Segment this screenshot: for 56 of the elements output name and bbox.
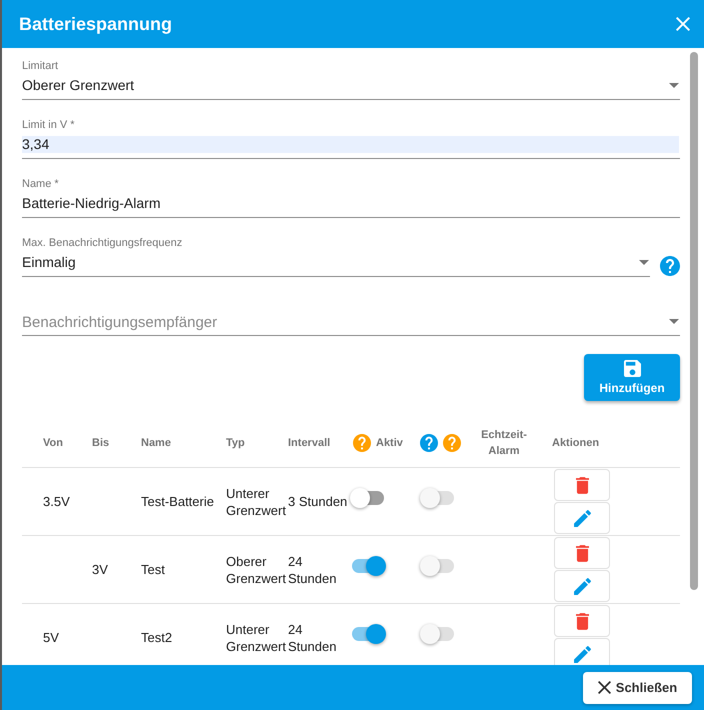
column-header: Name xyxy=(141,436,171,451)
close-button[interactable] xyxy=(674,15,692,33)
scrollbar-thumb[interactable] xyxy=(690,52,698,590)
edit-button[interactable] xyxy=(554,502,610,534)
column-header: Typ xyxy=(226,436,245,451)
toggle-switch[interactable] xyxy=(350,488,386,508)
delete-button[interactable] xyxy=(554,605,610,637)
table-cell: 5V xyxy=(43,629,59,646)
edit-button[interactable] xyxy=(554,570,610,602)
trash-icon xyxy=(576,612,588,630)
column-header: Echtzeit-Alarm xyxy=(480,428,528,459)
dropdown-field[interactable]: Oberer Grenzwert xyxy=(22,72,680,100)
delete-button[interactable] xyxy=(554,537,610,569)
column-header: Intervall xyxy=(288,436,330,451)
dropdown-caret-icon xyxy=(669,83,679,88)
table-cell-text: Oberer Grenzwert xyxy=(226,552,287,586)
table-cell-text: Unterer Grenzwert xyxy=(226,620,287,654)
table-cell-text: 24 Stunden xyxy=(288,552,338,586)
edit-button[interactable] xyxy=(554,638,610,665)
help-icon[interactable] xyxy=(420,434,438,452)
toggle-switch[interactable] xyxy=(350,624,386,644)
column-header: Bis xyxy=(92,436,110,451)
field-label: Name * xyxy=(22,178,59,190)
table-cell-text: Unterer Grenzwert xyxy=(226,484,287,518)
table-cell: Test-Batterie xyxy=(141,493,214,510)
close-icon xyxy=(676,17,690,31)
field-label: Limitart xyxy=(22,60,58,72)
pencil-icon xyxy=(574,578,590,594)
column-header: Aktionen xyxy=(552,436,600,451)
table-cell: Test2 xyxy=(141,629,172,646)
dropdown-field[interactable]: Einmalig xyxy=(22,249,650,277)
help-icon[interactable] xyxy=(353,434,371,452)
save-icon xyxy=(624,360,640,377)
dialog-title: Batteriespannung xyxy=(19,12,172,36)
pencil-icon xyxy=(574,646,590,662)
text-field[interactable]: Batterie-Niedrig-Alarm xyxy=(22,190,680,218)
dropdown-caret-icon xyxy=(639,260,649,265)
close-dialog-button[interactable]: Schließen xyxy=(583,672,692,704)
help-icon[interactable] xyxy=(443,434,461,452)
dropdown-caret-icon xyxy=(669,319,679,324)
table-cell: Test xyxy=(141,561,165,578)
column-header: Von xyxy=(43,436,63,451)
delete-button[interactable] xyxy=(554,469,610,501)
trash-icon xyxy=(576,476,588,494)
trash-icon xyxy=(576,544,588,562)
table-cell-text: 24 Stunden xyxy=(288,620,338,654)
close-icon xyxy=(598,681,611,694)
field-label: Limit in V * xyxy=(22,119,75,131)
table-cell: 3V xyxy=(92,561,108,578)
table-cell: 3 Stunden xyxy=(288,493,348,510)
pencil-icon xyxy=(574,510,590,526)
toggle-switch[interactable] xyxy=(350,556,386,576)
column-header: Aktiv xyxy=(376,436,403,451)
field-label: Max. Benachrichtigungsfrequenz xyxy=(22,237,182,249)
table-cell: 3.5V xyxy=(43,493,70,510)
help-icon[interactable] xyxy=(660,256,680,276)
